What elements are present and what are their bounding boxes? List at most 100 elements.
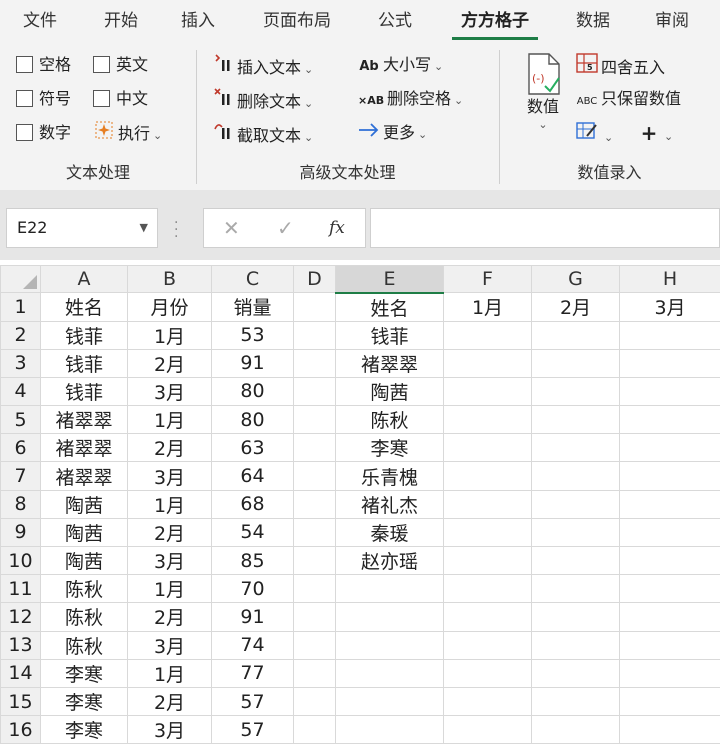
keep-value-button[interactable]: ABC 只保留数值: [576, 87, 681, 111]
cell-h3[interactable]: [619, 348, 720, 378]
cell-e15[interactable]: [335, 686, 444, 717]
tab-data[interactable]: 数据: [569, 0, 617, 42]
cell-f11[interactable]: [443, 574, 532, 604]
confirm-icon[interactable]: ✓: [277, 209, 294, 247]
cell-g10[interactable]: [531, 545, 620, 576]
cell-g6[interactable]: [531, 433, 620, 463]
cell-d6[interactable]: [293, 433, 336, 463]
column-header-g[interactable]: G: [531, 265, 620, 293]
digit-checkbox[interactable]: 数字: [16, 121, 71, 145]
tab-home[interactable]: 开始: [97, 0, 145, 42]
cell-b7[interactable]: 3月: [127, 461, 212, 491]
cell-b15[interactable]: 2月: [127, 686, 212, 717]
cell-c16[interactable]: 57: [211, 715, 294, 745]
cell-e9[interactable]: 秦瑗: [335, 517, 444, 548]
cell-b13[interactable]: 3月: [127, 630, 212, 660]
cell-d3[interactable]: [293, 348, 336, 378]
cell-a14[interactable]: 李寒: [40, 658, 128, 688]
cell-a16[interactable]: 李寒: [40, 715, 128, 745]
cell-g16[interactable]: [531, 715, 620, 745]
cell-d11[interactable]: [293, 574, 336, 604]
cell-g1[interactable]: 2月: [531, 292, 620, 322]
cell-c15[interactable]: 57: [211, 686, 294, 717]
cell-f7[interactable]: [443, 461, 532, 491]
insert-text-button[interactable]: 插入文本 ⌄: [212, 53, 313, 77]
cell-f4[interactable]: [443, 376, 532, 407]
cell-e12[interactable]: [335, 602, 444, 632]
cell-b11[interactable]: 1月: [127, 574, 212, 604]
cell-e2[interactable]: 钱菲: [335, 320, 444, 350]
cell-c9[interactable]: 54: [211, 517, 294, 548]
cell-c4[interactable]: 80: [211, 376, 294, 407]
cell-h1[interactable]: 3月: [619, 292, 720, 322]
cell-b9[interactable]: 2月: [127, 517, 212, 548]
cell-g4[interactable]: [531, 376, 620, 407]
row-header[interactable]: 9: [0, 517, 41, 548]
row-header[interactable]: 14: [0, 658, 41, 688]
cell-a4[interactable]: 钱菲: [40, 376, 128, 407]
cell-g15[interactable]: [531, 686, 620, 717]
select-all-corner[interactable]: [0, 265, 41, 293]
cell-d13[interactable]: [293, 630, 336, 660]
cell-e5[interactable]: 陈秋: [335, 405, 444, 435]
add-button[interactable]: + ⌄: [640, 121, 674, 145]
cell-d1[interactable]: [293, 292, 336, 322]
cell-d4[interactable]: [293, 376, 336, 407]
column-header-d[interactable]: D: [293, 265, 336, 293]
cell-c3[interactable]: 91: [211, 348, 294, 378]
cell-b6[interactable]: 2月: [127, 433, 212, 463]
cell-h13[interactable]: [619, 630, 720, 660]
cell-g9[interactable]: [531, 517, 620, 548]
cell-a3[interactable]: 钱菲: [40, 348, 128, 378]
cell-a15[interactable]: 李寒: [40, 686, 128, 717]
execute-button[interactable]: 执行 ⌄: [93, 121, 162, 145]
cell-f6[interactable]: [443, 433, 532, 463]
cell-f10[interactable]: [443, 545, 532, 576]
name-box[interactable]: E22 ▼: [6, 208, 158, 248]
cell-e1[interactable]: 姓名: [335, 292, 444, 322]
cell-f8[interactable]: [443, 489, 532, 519]
row-header[interactable]: 5: [0, 405, 41, 435]
cell-h5[interactable]: [619, 405, 720, 435]
cell-e3[interactable]: 褚翠翠: [335, 348, 444, 378]
cell-a10[interactable]: 陶茜: [40, 545, 128, 576]
cell-c11[interactable]: 70: [211, 574, 294, 604]
edit-cells-button[interactable]: ⌄: [576, 121, 613, 145]
delete-text-button[interactable]: 删除文本 ⌄: [212, 87, 313, 111]
cell-b5[interactable]: 1月: [127, 405, 212, 435]
cell-d8[interactable]: [293, 489, 336, 519]
cell-h11[interactable]: [619, 574, 720, 604]
cell-b8[interactable]: 1月: [127, 489, 212, 519]
remove-spaces-button[interactable]: ×AB 删除空格 ⌄: [358, 87, 463, 111]
cell-b3[interactable]: 2月: [127, 348, 212, 378]
checkbox-box[interactable]: [16, 90, 33, 107]
cell-h9[interactable]: [619, 517, 720, 548]
row-header[interactable]: 11: [0, 574, 41, 604]
checkbox-box[interactable]: [93, 56, 110, 73]
row-header[interactable]: 7: [0, 461, 41, 491]
cell-h10[interactable]: [619, 545, 720, 576]
row-header[interactable]: 13: [0, 630, 41, 660]
english-checkbox[interactable]: 英文: [93, 53, 148, 77]
cell-e10[interactable]: 赵亦瑶: [335, 545, 444, 576]
cell-h8[interactable]: [619, 489, 720, 519]
cell-e8[interactable]: 褚礼杰: [335, 489, 444, 519]
checkbox-box[interactable]: [93, 90, 110, 107]
tab-review[interactable]: 审阅: [648, 0, 696, 42]
cell-g3[interactable]: [531, 348, 620, 378]
cell-a2[interactable]: 钱菲: [40, 320, 128, 350]
cell-g14[interactable]: [531, 658, 620, 688]
chinese-checkbox[interactable]: 中文: [93, 87, 148, 111]
cell-g12[interactable]: [531, 602, 620, 632]
cell-e4[interactable]: 陶茜: [335, 376, 444, 407]
cell-h15[interactable]: [619, 686, 720, 717]
checkbox-box[interactable]: [16, 124, 33, 141]
tab-insert[interactable]: 插入: [174, 0, 222, 42]
column-header-f[interactable]: F: [443, 265, 532, 293]
cell-a9[interactable]: 陶茜: [40, 517, 128, 548]
cell-h16[interactable]: [619, 715, 720, 745]
cell-b14[interactable]: 1月: [127, 658, 212, 688]
cell-c2[interactable]: 53: [211, 320, 294, 350]
cell-d7[interactable]: [293, 461, 336, 491]
cell-d14[interactable]: [293, 658, 336, 688]
